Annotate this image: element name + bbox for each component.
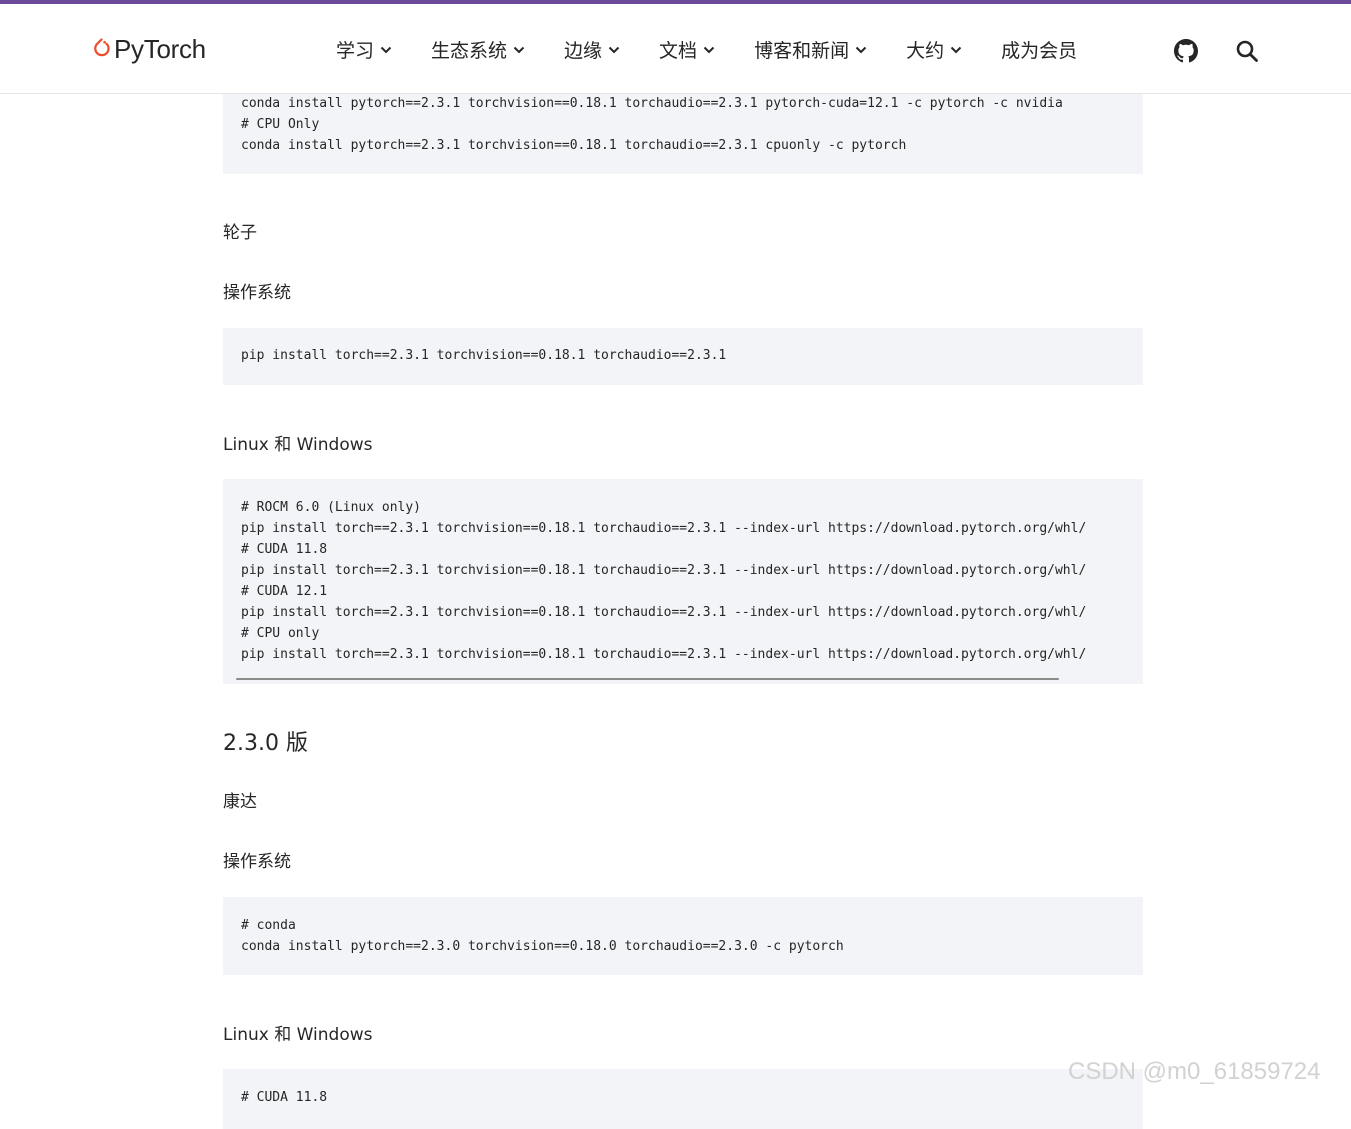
version-heading: 2.3.0 版 [223,731,308,756]
search-icon[interactable] [1235,39,1259,63]
code-line: pip install torch==2.3.1 torchvision==0.… [241,348,727,363]
pip-install-linux-code-block[interactable]: # ROCM 6.0 (Linux only) pip install torch… [223,479,1143,684]
chevron-down-icon [513,46,525,54]
nav-label: 大约 [906,39,945,62]
linux-windows-heading-2: Linux 和 Windows [223,1025,373,1045]
site-header: PyTorch 学习 生态系统 边缘 文档 博客和新闻 大约 成为会员 [0,4,1351,94]
nav-label: 成为会员 [1001,39,1078,62]
nav-label: 文档 [659,39,698,62]
csdn-watermark: CSDN @m0_61859724 [1068,1058,1321,1085]
code-line: conda install pytorch==2.3.1 torchvision… [241,96,1063,111]
nav-ecosystem[interactable]: 生态系统 [431,36,525,63]
nav-about[interactable]: 大约 [906,36,962,63]
conda-heading: 康达 [223,792,257,812]
code-line: # CUDA 12.1 [241,584,328,599]
nav-label: 学习 [336,39,375,62]
chevron-down-icon [608,46,620,54]
code-horizontal-scrollbar[interactable] [236,678,1059,680]
code-line: pip install torch==2.3.1 torchvision==0.… [241,563,1087,578]
nav-label: 生态系统 [431,39,508,62]
logo-text: PyTorch [114,33,206,64]
chevron-down-icon [703,46,715,54]
code-line: # CPU only [241,626,320,641]
pip-install-osx-code-block[interactable]: pip install torch==2.3.1 torchvision==0.… [223,328,1143,385]
code-line: # CPU Only [241,117,320,132]
chevron-down-icon [950,46,962,54]
code-line: # CUDA 11.8 [241,542,328,557]
code-line: conda install pytorch==2.3.0 torchvision… [241,939,844,954]
github-icon[interactable] [1174,39,1198,63]
cuda-118-code-block[interactable]: # CUDA 11.8 [223,1069,1143,1129]
code-line: pip install torch==2.3.1 torchvision==0.… [241,605,1087,620]
code-line: # CUDA 11.8 [241,1090,328,1105]
wheel-heading: 轮子 [223,223,257,243]
chevron-down-icon [380,46,392,54]
chevron-down-icon [855,46,867,54]
nav-learn[interactable]: 学习 [336,36,392,63]
nav-edge[interactable]: 边缘 [564,36,620,63]
main-content: conda install pytorch==2.3.1 torchvision… [0,0,1351,1129]
conda-install-code-block[interactable]: conda install pytorch==2.3.1 torchvision… [223,92,1143,174]
nav-label: 博客和新闻 [754,39,850,62]
pytorch-logo[interactable]: PyTorch [92,32,206,66]
nav-blog-news[interactable]: 博客和新闻 [754,36,867,63]
code-line: # conda [241,918,296,933]
nav-label: 边缘 [564,39,603,62]
code-line: pip install torch==2.3.1 torchvision==0.… [241,647,1087,662]
conda-230-code-block[interactable]: # conda conda install pytorch==2.3.0 torc… [223,897,1143,975]
nav-become-member[interactable]: 成为会员 [1001,36,1077,63]
os-heading: 操作系统 [223,283,291,303]
main-nav: 学习 生态系统 边缘 文档 博客和新闻 大约 成为会员 [336,32,1077,66]
code-line: # ROCM 6.0 (Linux only) [241,500,422,515]
os-heading-2: 操作系统 [223,852,291,872]
nav-docs[interactable]: 文档 [659,36,715,63]
linux-windows-heading: Linux 和 Windows [223,435,373,455]
code-line: conda install pytorch==2.3.1 torchvision… [241,138,907,153]
code-line: pip install torch==2.3.1 torchvision==0.… [241,521,1087,536]
pytorch-flame-icon [94,38,110,57]
